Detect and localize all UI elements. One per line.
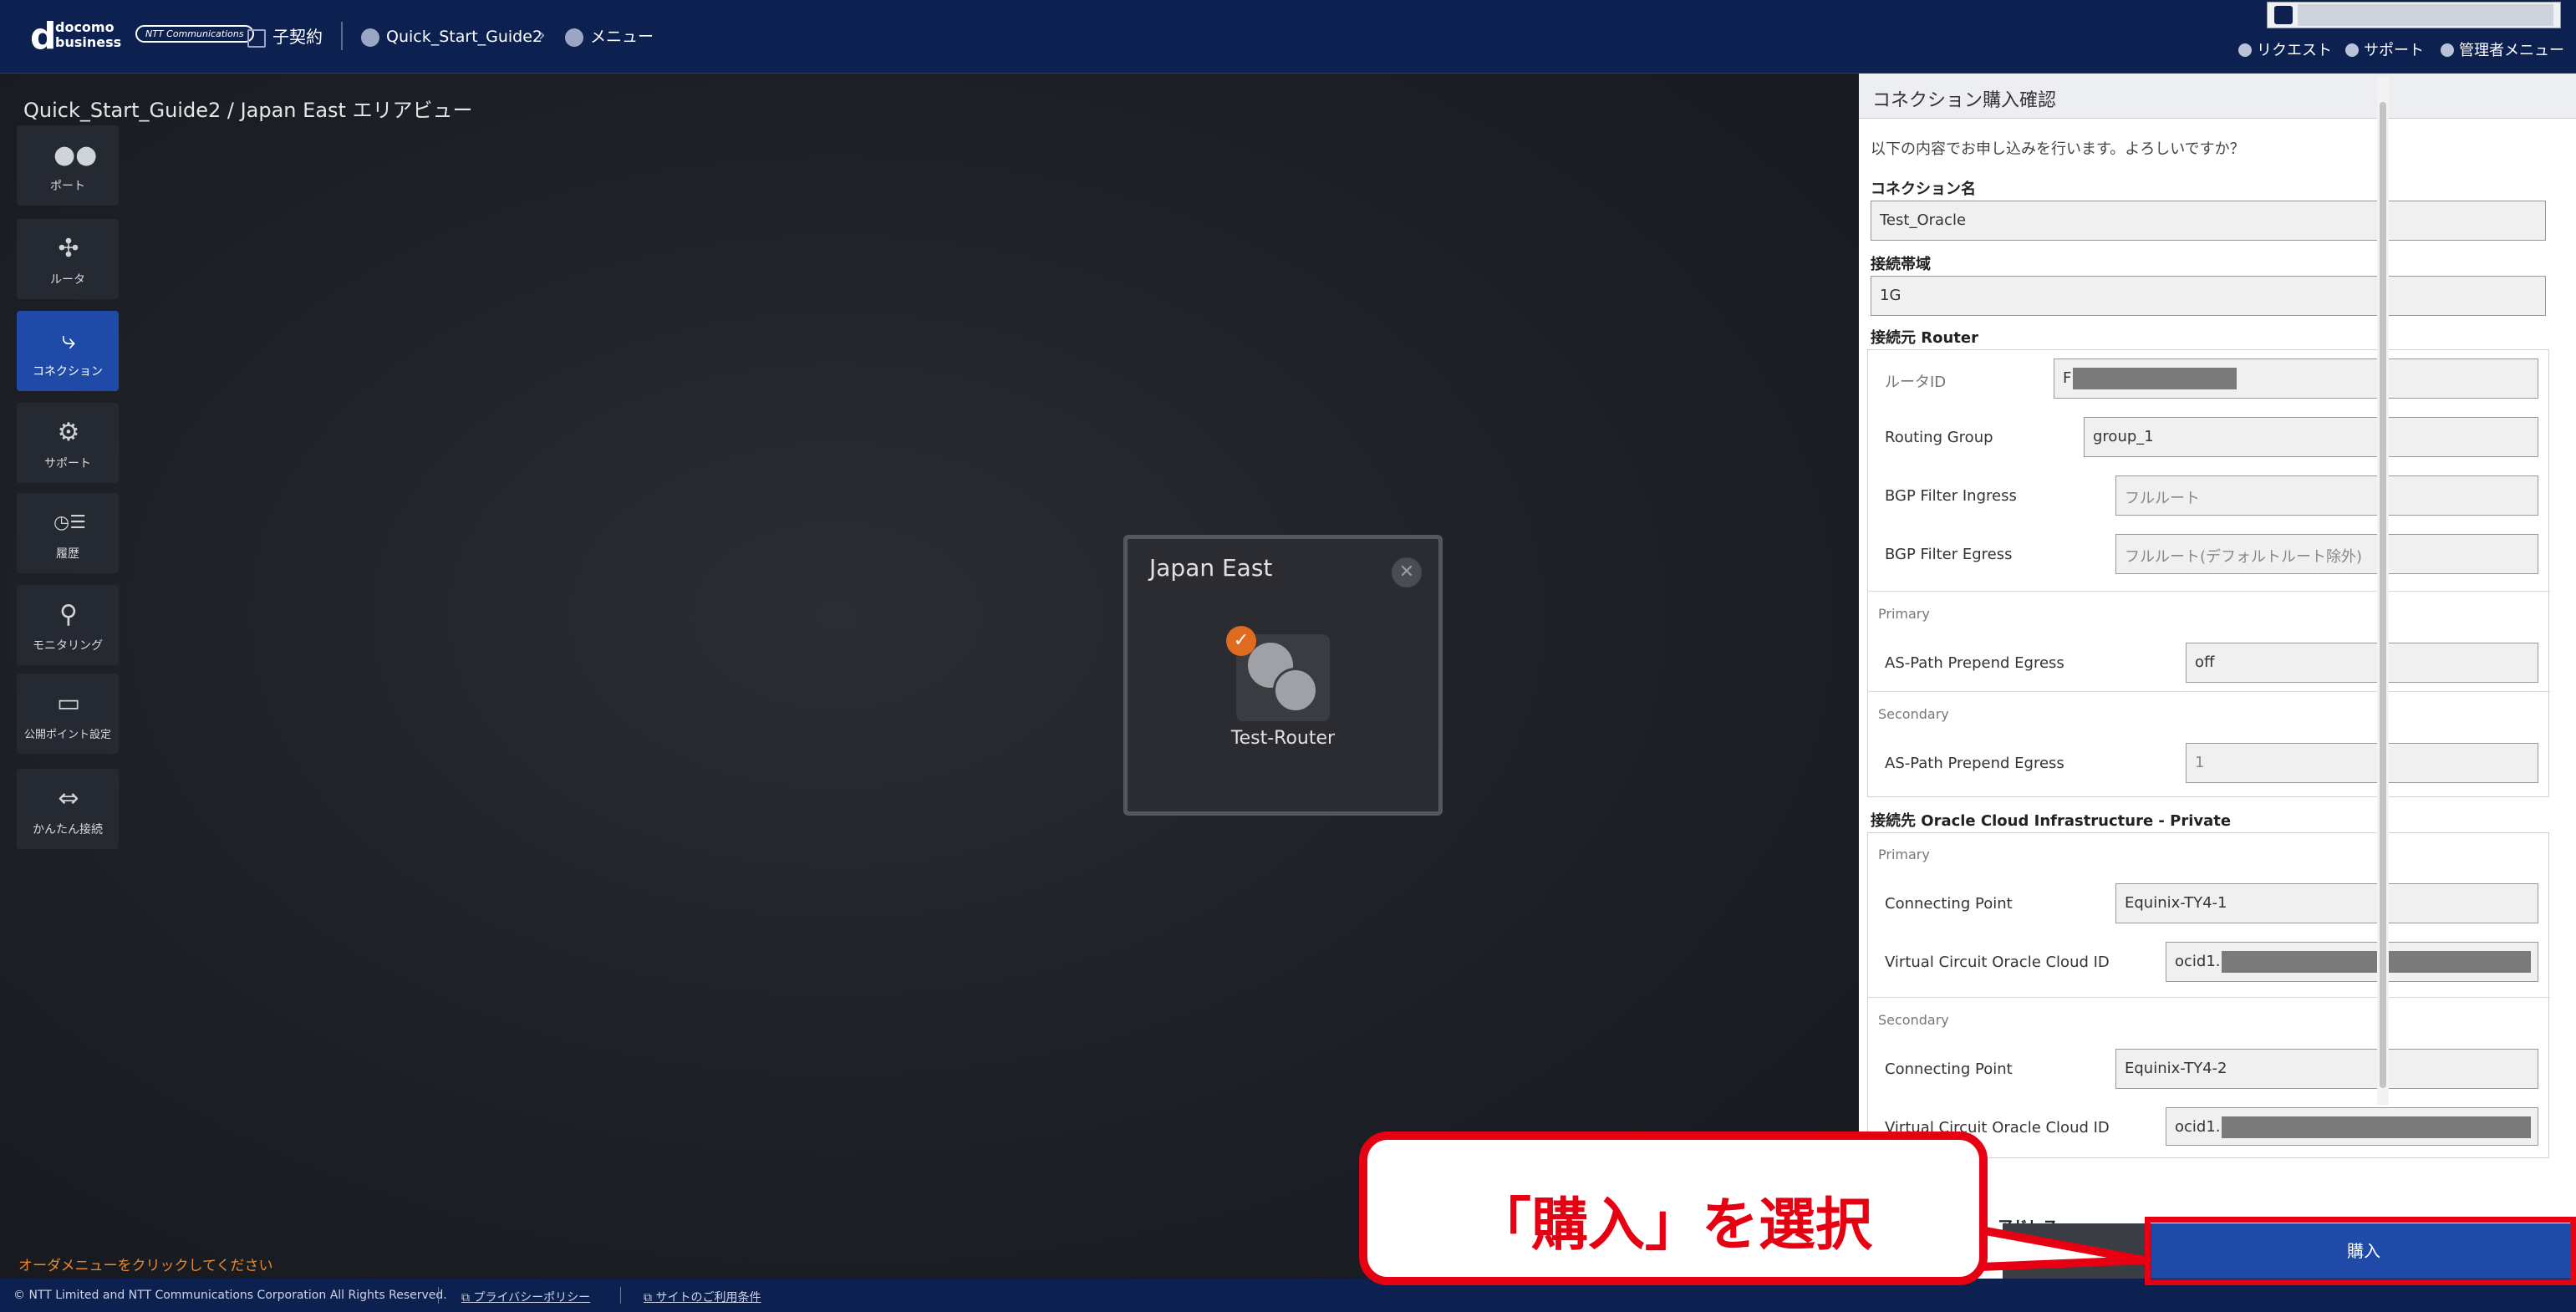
connection-name-field: Test_Oracle xyxy=(1871,201,2546,241)
destination-label: 接続先 Oracle Cloud Infrastructure - Privat… xyxy=(1871,812,2232,830)
gear-icon xyxy=(2441,43,2454,57)
external-link-icon: ⧉ xyxy=(461,1291,474,1304)
connection-name-label: コネクション名 xyxy=(1871,181,1976,198)
purchase-confirm-panel: コネクション購入確認 以下の内容でお申し込みを行います。よろしいですか？ コネク… xyxy=(1859,74,2576,1279)
bgp-ingress-field: フルルート xyxy=(2115,475,2538,516)
callout-pointer xyxy=(1981,1226,2149,1271)
project-icon xyxy=(361,28,379,47)
sidebar-item-monitoring[interactable]: ⚲ モニタリング xyxy=(17,585,119,665)
privacy-link[interactable]: ⧉ プライバシーポリシー xyxy=(461,1289,590,1305)
terms-link[interactable]: ⧉ サイトのご利用条件 xyxy=(644,1289,761,1305)
vc-id-secondary-field: ocid1. xyxy=(2166,1107,2538,1146)
sidebar-item-public-point[interactable]: ▭ 公開ポイント設定 xyxy=(17,674,119,754)
page-title: Quick_Start_Guide2 / Japan East エリアビュー xyxy=(23,99,473,122)
sidebar-item-router[interactable]: ✣ ルータ xyxy=(17,219,119,299)
sidebar-item-support[interactable]: ⚙ サポート xyxy=(17,403,119,483)
sidebar-item-port[interactable]: ●● ポート xyxy=(17,125,119,206)
masked-vc-id xyxy=(2222,951,2531,973)
connecting-point-primary-field: Equinix-TY4-1 xyxy=(2115,883,2538,923)
destination-group: Primary Connecting Point Equinix-TY4-1 V… xyxy=(1867,832,2550,1158)
close-icon[interactable]: ✕ xyxy=(1392,557,1422,587)
ntt-logo: NTT Communications xyxy=(135,25,254,43)
project-breadcrumb[interactable]: Quick_Start_Guide2 xyxy=(361,25,542,48)
hierarchy-icon xyxy=(247,28,266,48)
user-icon xyxy=(2274,6,2293,24)
chevron-right-icon: › xyxy=(538,25,546,46)
confirm-message: 以下の内容でお申し込みを行います。よろしいですか？ xyxy=(1871,140,2245,158)
external-link-icon: ⧉ xyxy=(644,1291,656,1304)
top-bar: d docomo business NTT Communications 子契約… xyxy=(0,0,2576,74)
source-router-label: 接続元 Router xyxy=(1871,329,1978,347)
router-label: Test-Router xyxy=(1230,728,1336,749)
easy-connect-icon: ⇔ xyxy=(58,784,79,813)
request-link[interactable]: リクエスト xyxy=(2238,38,2332,60)
port-icon: ●● xyxy=(53,140,98,170)
admin-menu-link[interactable]: 管理者メニュー xyxy=(2441,38,2564,60)
public-point-icon: ▭ xyxy=(56,689,81,718)
monitoring-icon: ⚲ xyxy=(59,600,78,629)
source-router-group: ルータID F Routing Group group_1 BGP Filter… xyxy=(1867,349,2550,797)
support-link[interactable]: サポート xyxy=(2345,38,2424,60)
bell-icon xyxy=(2238,43,2252,57)
connecting-point-secondary-field: Equinix-TY4-2 xyxy=(2115,1049,2538,1089)
menu-icon xyxy=(565,28,583,47)
bgp-egress-field: フルルート(デフォルトルート除外) xyxy=(2115,534,2538,574)
help-icon xyxy=(2345,43,2359,57)
masked-username xyxy=(2298,4,2553,26)
region-title: Japan East xyxy=(1149,554,1273,582)
check-icon: ✓ xyxy=(1226,626,1256,656)
masked-router-id xyxy=(2073,368,2237,389)
bandwidth-label: 接続帯域 xyxy=(1871,256,1931,273)
menu-breadcrumb[interactable]: メニュー xyxy=(565,25,654,48)
panel-scrollbar[interactable] xyxy=(2377,77,2389,1105)
area-view-canvas[interactable] xyxy=(0,74,1859,1279)
as-path-primary-field: off xyxy=(2186,643,2538,683)
sidebar-item-easy-connect[interactable]: ⇔ かんたん接続 xyxy=(17,769,119,849)
brand-text: docomo business xyxy=(55,19,122,50)
instruction-callout: 「購入」を選択 xyxy=(1359,1131,1988,1285)
bandwidth-field: 1G xyxy=(1871,276,2546,316)
sidebar-item-connection[interactable]: ⤷ コネクション xyxy=(17,311,119,391)
router-icon: ✣ xyxy=(58,234,79,263)
user-account-box[interactable] xyxy=(2267,2,2561,28)
contract-link[interactable]: 子契約 xyxy=(247,25,323,48)
router-id-field: F xyxy=(2054,359,2538,399)
masked-vc-id xyxy=(2222,1116,2531,1138)
support-icon: ⚙ xyxy=(57,418,80,447)
panel-header: コネクション購入確認 xyxy=(1859,74,2576,119)
history-icon: ◷☰ xyxy=(53,512,86,533)
region-box-japan-east[interactable]: Japan East ✕ ✓ Test-Router xyxy=(1123,535,1443,816)
connection-icon: ⤷ xyxy=(61,326,76,355)
copyright: © NTT Limited and NTT Communications Cor… xyxy=(13,1289,447,1302)
buy-button-highlight xyxy=(2145,1217,2576,1285)
order-hint: オーダメニューをクリックしてください xyxy=(18,1258,273,1274)
routing-group-field: group_1 xyxy=(2084,417,2538,457)
sidebar-item-history[interactable]: ◷☰ 履歴 xyxy=(17,493,119,573)
as-path-secondary-field: 1 xyxy=(2186,743,2538,783)
vc-id-primary-field: ocid1. xyxy=(2166,942,2538,982)
